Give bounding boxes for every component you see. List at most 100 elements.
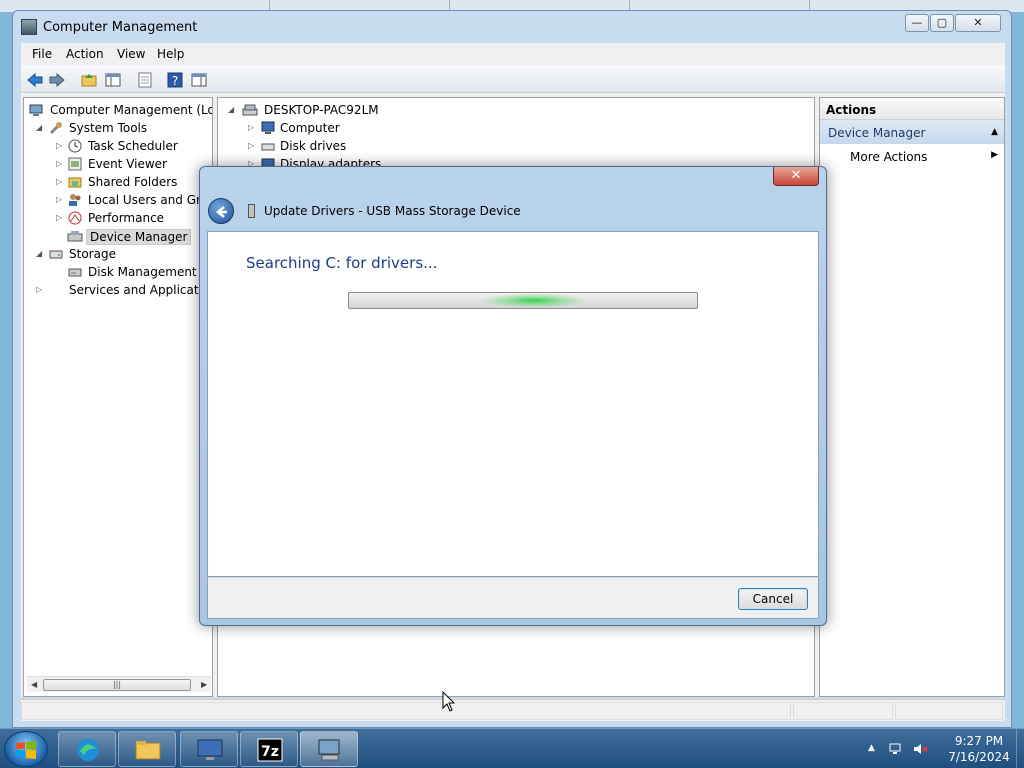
clock-date[interactable]: 7/16/2024 — [944, 750, 1014, 764]
edge-icon — [77, 739, 99, 761]
status-segment — [21, 702, 791, 720]
tools-icon — [48, 120, 64, 136]
tree-label: Performance — [88, 211, 165, 225]
more-actions-link[interactable]: More Actions — [850, 150, 927, 164]
menu-action[interactable]: Action — [66, 47, 104, 61]
toolbar: ? — [21, 65, 1005, 93]
tree-label: Computer Management (Local — [50, 103, 213, 117]
cancel-button[interactable]: Cancel — [738, 588, 808, 610]
status-bar — [21, 699, 1005, 721]
device-root-label: DESKTOP-PAC92LM — [264, 103, 379, 117]
dialog-title: Update Drivers - USB Mass Storage Device — [264, 204, 521, 218]
tree-label: Device Manager — [86, 229, 192, 245]
mouse-cursor-icon — [442, 691, 456, 712]
show-hide-action-pane-icon[interactable] — [189, 70, 207, 88]
expand-arrow-icon[interactable]: ▷ — [248, 141, 256, 150]
menu-file[interactable]: File — [32, 47, 52, 61]
show-desktop-button[interactable] — [1016, 729, 1024, 768]
scroll-right-icon[interactable]: ▶ — [201, 680, 207, 689]
event-viewer-icon — [67, 156, 83, 172]
system-tray: ▲ 9:27 PM 7/16/2024 — [862, 729, 1024, 768]
scrollbar-thumb[interactable]: ||| — [43, 679, 191, 691]
minimize-button[interactable]: — — [905, 14, 929, 32]
taskbar-remote-button[interactable] — [180, 731, 238, 767]
collapse-arrow-icon[interactable]: ◢ — [36, 249, 44, 258]
disk-icon — [67, 264, 83, 280]
actions-header: Actions — [820, 98, 1004, 120]
start-button[interactable] — [4, 731, 48, 767]
monitor-icon — [260, 120, 276, 136]
usb-device-icon — [248, 204, 255, 218]
tree-label: System Tools — [69, 121, 148, 135]
tree-label: Task Scheduler — [88, 139, 178, 153]
scroll-left-icon[interactable]: ◀ — [31, 680, 37, 689]
expand-arrow-icon[interactable]: ▷ — [36, 285, 44, 294]
show-hidden-icons-icon[interactable]: ▲ — [868, 743, 875, 753]
maximize-button[interactable]: ▢ — [930, 14, 954, 32]
back-arrow-icon — [216, 206, 227, 218]
taskbar-edge-button[interactable] — [58, 731, 116, 767]
show-hide-tree-icon[interactable] — [103, 70, 121, 88]
up-folder-icon[interactable] — [79, 70, 97, 88]
back-arrow-icon[interactable] — [25, 70, 43, 88]
close-button[interactable]: ✕ — [955, 14, 1001, 32]
users-icon — [67, 192, 83, 208]
taskbar-computer-management-button[interactable] — [300, 731, 358, 767]
taskbar-explorer-button[interactable] — [118, 731, 176, 767]
title-bar[interactable]: Computer Management — ▢ ✕ — [13, 11, 1011, 43]
device-label: Computer — [280, 121, 340, 135]
progress-glow — [479, 293, 589, 308]
properties-icon[interactable] — [135, 70, 153, 88]
console-tree: Computer Management (Local ◢ System Tool… — [23, 97, 213, 697]
expand-arrow-icon[interactable]: ▷ — [56, 159, 64, 168]
computer-icon — [242, 102, 258, 118]
update-drivers-dialog: ✕ Update Drivers - USB Mass Storage Devi… — [199, 166, 827, 626]
network-icon[interactable] — [888, 741, 904, 757]
performance-icon — [67, 210, 83, 226]
windows-logo-icon — [16, 741, 36, 759]
expand-arrow-icon[interactable]: ▷ — [56, 213, 64, 222]
menu-view[interactable]: View — [117, 47, 145, 61]
marquee-progress-bar — [348, 292, 698, 309]
monitor-icon — [197, 739, 223, 760]
taskbar: 7z ▲ 9:27 PM 7/16/2024 — [0, 728, 1024, 768]
volume-muted-icon[interactable] — [912, 741, 928, 757]
actions-section-label: Device Manager — [828, 126, 926, 140]
dialog-body: Searching C: for drivers... — [207, 231, 819, 577]
collapse-up-icon[interactable]: ▲ — [991, 127, 998, 137]
menu-bar: File Action View Help — [21, 43, 1005, 65]
device-label: Disk drives — [280, 139, 347, 153]
tree-label: Storage — [69, 247, 116, 261]
expand-arrow-icon[interactable]: ▷ — [56, 141, 64, 150]
forward-arrow-icon[interactable] — [47, 70, 65, 88]
device-manager-icon — [67, 228, 83, 244]
svg-text:7z: 7z — [261, 744, 279, 760]
menu-help[interactable]: Help — [157, 47, 184, 61]
svg-text:?: ? — [172, 74, 178, 88]
actions-section-device-manager[interactable]: Device Manager ▲ — [820, 120, 1004, 144]
status-segment — [793, 702, 893, 720]
computer-management-icon — [318, 739, 340, 761]
computer-management-icon — [28, 102, 44, 118]
7zip-icon: 7z — [257, 738, 283, 762]
collapse-arrow-icon[interactable]: ◢ — [228, 105, 236, 114]
help-icon[interactable]: ? — [165, 70, 183, 88]
submenu-arrow-icon[interactable]: ▶ — [991, 150, 998, 160]
expand-arrow-icon[interactable]: ▷ — [56, 177, 64, 186]
computer-management-icon — [21, 19, 37, 35]
window-title: Computer Management — [43, 20, 198, 35]
clock-time[interactable]: 9:27 PM — [944, 734, 1014, 748]
tree-label: Disk Management — [88, 265, 197, 279]
expand-arrow-icon[interactable]: ▷ — [56, 195, 64, 204]
expand-arrow-icon[interactable]: ▷ — [248, 123, 256, 132]
storage-icon — [48, 246, 64, 262]
collapse-arrow-icon[interactable]: ◢ — [36, 123, 44, 132]
folder-icon — [135, 741, 161, 760]
status-segment — [895, 702, 1003, 720]
tree-label: Services and Applications — [69, 283, 213, 297]
tree-horizontal-scrollbar[interactable]: ◀ ||| ▶ — [27, 676, 211, 692]
dialog-close-button[interactable]: ✕ — [773, 167, 819, 186]
searching-message: Searching C: for drivers... — [246, 254, 438, 272]
taskbar-7zip-button[interactable]: 7z — [240, 731, 298, 767]
back-button[interactable] — [208, 198, 234, 224]
